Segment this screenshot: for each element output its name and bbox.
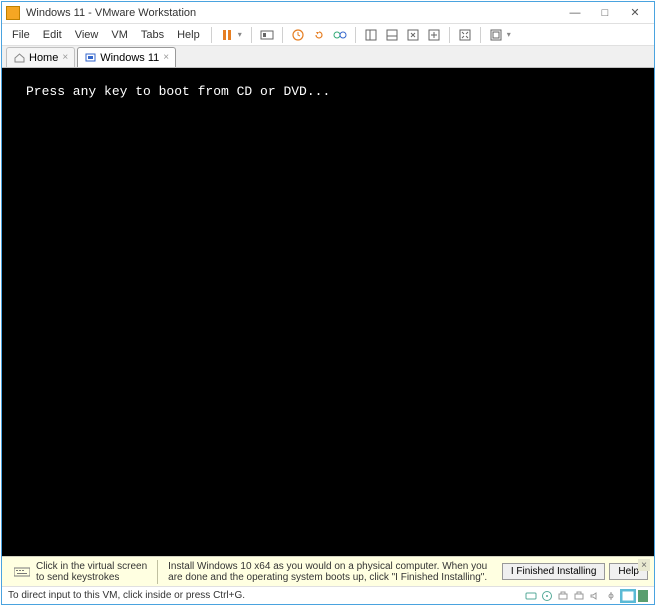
minimize-button[interactable]: — — [560, 4, 590, 22]
menu-edit[interactable]: Edit — [37, 27, 68, 43]
status-usb-icon[interactable] — [604, 589, 618, 603]
hint-install-msg: Install Windows 10 x64 as you would on a… — [162, 561, 498, 583]
titlebar: Windows 11 - VMware Workstation — □ ✕ — [2, 2, 654, 24]
layout-2-icon[interactable] — [382, 26, 402, 44]
tab-bar: Home × Windows 11 × — [2, 46, 654, 68]
toolbar-separator — [282, 27, 283, 43]
tab-home-label: Home — [29, 52, 58, 64]
maximize-button[interactable]: □ — [590, 4, 620, 22]
toolbar-separator — [251, 27, 252, 43]
workstation-window: Windows 11 - VMware Workstation — □ ✕ Fi… — [1, 1, 655, 605]
send-ctrl-alt-del-icon[interactable] — [257, 26, 277, 44]
status-net-icon[interactable] — [556, 589, 570, 603]
toolbar-separator — [355, 27, 356, 43]
pause-icon[interactable] — [217, 26, 237, 44]
layout-4-icon[interactable] — [424, 26, 444, 44]
snapshot-revert-icon[interactable] — [309, 26, 329, 44]
tab-home-close-icon[interactable]: × — [62, 52, 68, 63]
unity-icon[interactable] — [486, 26, 506, 44]
status-indicator-icon[interactable] — [638, 590, 648, 602]
toolbar-separator — [480, 27, 481, 43]
unity-dropdown-icon[interactable]: ▾ — [507, 30, 515, 39]
tab-vm-label: Windows 11 — [100, 52, 159, 64]
status-hdd-icon[interactable] — [524, 589, 538, 603]
status-print-icon[interactable] — [572, 589, 586, 603]
layout-1-icon[interactable] — [361, 26, 381, 44]
menu-file[interactable]: File — [6, 27, 36, 43]
hint-separator — [157, 560, 158, 584]
hint-click-line2: to send keystrokes — [36, 572, 147, 583]
hint-bar: × Click in the virtual screen to send ke… — [2, 556, 654, 586]
tab-vm-windows11[interactable]: Windows 11 × — [77, 47, 176, 67]
vmware-app-icon — [6, 6, 20, 20]
menu-tabs[interactable]: Tabs — [135, 27, 170, 43]
window-title: Windows 11 - VMware Workstation — [26, 7, 560, 19]
menu-view[interactable]: View — [69, 27, 105, 43]
snapshot-manager-icon[interactable] — [330, 26, 350, 44]
hint-close-icon[interactable]: × — [638, 559, 650, 571]
power-dropdown-icon[interactable]: ▾ — [238, 30, 246, 39]
toolbar-separator — [211, 27, 212, 43]
status-message: To direct input to this VM, click inside… — [8, 590, 522, 601]
menubar: File Edit View VM Tabs Help ▾ ▾ — [2, 24, 654, 46]
vm-display[interactable]: Press any key to boot from CD or DVD... — [2, 68, 654, 556]
status-cd-icon[interactable] — [540, 589, 554, 603]
status-sound-icon[interactable] — [588, 589, 602, 603]
vm-boot-text: Press any key to boot from CD or DVD... — [26, 84, 330, 99]
status-floppy-icon[interactable] — [620, 589, 636, 603]
layout-3-icon[interactable] — [403, 26, 423, 44]
menu-help[interactable]: Help — [171, 27, 206, 43]
tab-home[interactable]: Home × — [6, 47, 75, 67]
home-icon — [13, 52, 25, 64]
snapshot-icon[interactable] — [288, 26, 308, 44]
finished-installing-button[interactable]: I Finished Installing — [502, 563, 606, 580]
fullscreen-icon[interactable] — [455, 26, 475, 44]
status-bar: To direct input to this VM, click inside… — [2, 586, 654, 604]
toolbar-separator — [449, 27, 450, 43]
hint-click-line1: Click in the virtual screen — [36, 561, 147, 572]
keyboard-icon — [14, 566, 30, 578]
close-button[interactable]: ✕ — [620, 4, 650, 22]
tab-vm-close-icon[interactable]: × — [163, 52, 169, 63]
menu-vm[interactable]: VM — [105, 27, 134, 43]
vm-tab-icon — [84, 52, 96, 64]
